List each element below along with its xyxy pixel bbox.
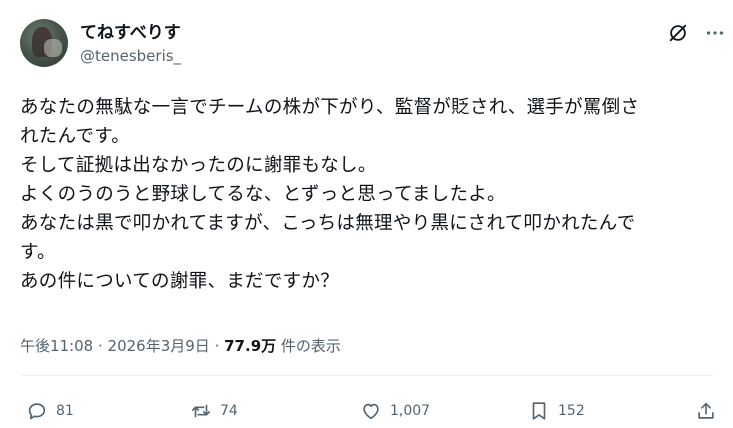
reply-icon <box>28 403 46 420</box>
more-icon[interactable] <box>704 22 726 44</box>
reply-button[interactable]: 81 <box>26 399 74 423</box>
view-label: 件の表示 <box>276 337 341 355</box>
share-button[interactable] <box>695 399 725 423</box>
heart-icon <box>363 403 379 420</box>
avatar[interactable] <box>20 19 68 67</box>
tweet-meta: 午後11:08 · 2026年3月9日 · 77.9万 件の表示 <box>20 335 341 357</box>
repost-button[interactable]: 74 <box>190 399 238 423</box>
like-button[interactable]: 1,007 <box>360 399 430 423</box>
tweet-time[interactable]: 午後11:08 <box>20 337 93 355</box>
bookmark-button[interactable]: 152 <box>528 399 585 423</box>
share-icon <box>698 402 714 419</box>
like-count: 1,007 <box>390 403 431 419</box>
bookmark-count: 152 <box>558 403 585 419</box>
repost-icon <box>191 404 211 418</box>
view-count: 77.9万 <box>224 337 277 355</box>
meta-separator: · <box>209 337 225 355</box>
repost-count: 74 <box>220 403 238 419</box>
grok-icon[interactable] <box>667 22 689 44</box>
tweet-date[interactable]: 2026年3月9日 <box>108 337 210 355</box>
user-handle[interactable]: @tenesberis_ <box>80 46 181 66</box>
tweet-text: あなたの無駄な一言でチームの株が下がり、監督が貶され、選手が罵倒さ れたんです。… <box>20 97 640 292</box>
reply-count: 81 <box>56 403 74 419</box>
divider <box>20 375 713 376</box>
meta-separator: · <box>93 337 108 355</box>
bookmark-icon <box>532 402 546 420</box>
display-name[interactable]: てねすべりす <box>80 22 181 44</box>
